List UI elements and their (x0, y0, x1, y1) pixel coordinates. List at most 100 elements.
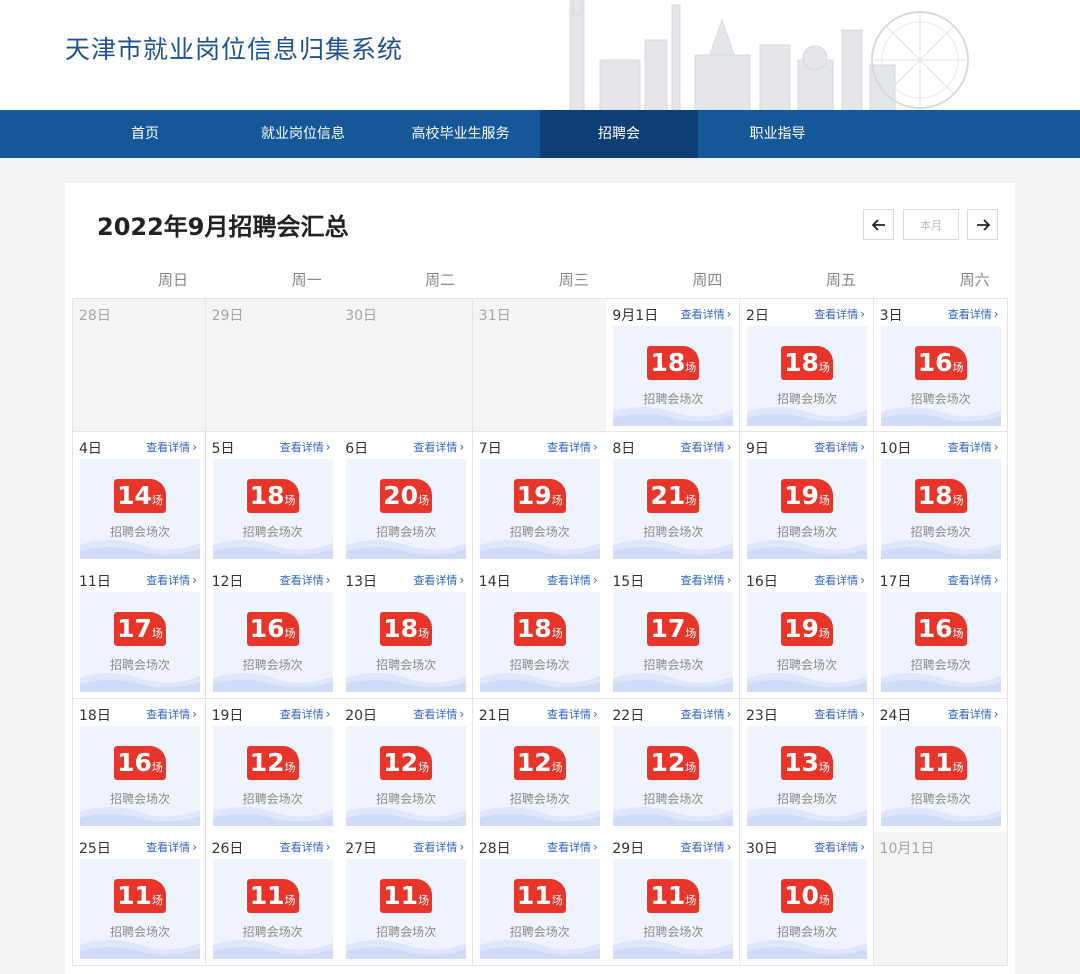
calendar-day[interactable]: 19日 查看详情 › 12场 招聘会场次 (205, 698, 340, 833)
view-details-link[interactable]: 查看详情 › (814, 839, 865, 855)
calendar-day[interactable]: 16日 查看详情 › 19场 招聘会场次 (740, 565, 874, 700)
calendar-day[interactable]: 26日 查看详情 › 11场 招聘会场次 (205, 832, 340, 967)
view-details-link[interactable]: 查看详情 › (413, 839, 464, 855)
fair-count-card[interactable]: 11场 招聘会场次 (880, 725, 1001, 826)
nav-job-fair[interactable]: 招聘会 (540, 110, 698, 158)
view-details-link[interactable]: 查看详情 › (948, 572, 999, 588)
calendar-day[interactable]: 27日 查看详情 › 11场 招聘会场次 (339, 832, 474, 967)
fair-count-card[interactable]: 20场 招聘会场次 (346, 458, 467, 559)
fair-count-card[interactable]: 11场 招聘会场次 (346, 859, 467, 960)
view-details-link[interactable]: 查看详情 › (146, 839, 197, 855)
calendar-day[interactable]: 9月1日 查看详情 › 18场 招聘会场次 (606, 298, 741, 432)
calendar-day[interactable]: 6日 查看详情 › 20场 招聘会场次 (339, 431, 474, 566)
view-details-link[interactable]: 查看详情 › (681, 706, 732, 722)
view-details-link[interactable]: 查看详情 › (814, 439, 865, 455)
calendar-day[interactable]: 18日 查看详情 › 16场 招聘会场次 (72, 698, 206, 833)
fair-count-card[interactable]: 16场 招聘会场次 (212, 592, 333, 693)
view-details-link[interactable]: 查看详情 › (280, 439, 331, 455)
view-details-link[interactable]: 查看详情 › (280, 706, 331, 722)
nav-job-info[interactable]: 就业岗位信息 (225, 110, 381, 158)
calendar-day[interactable]: 9日 查看详情 › 19场 招聘会场次 (740, 431, 874, 566)
calendar-day[interactable]: 14日 查看详情 › 18场 招聘会场次 (472, 565, 607, 700)
calendar-day[interactable]: 10日 查看详情 › 18场 招聘会场次 (873, 431, 1008, 566)
calendar-day[interactable]: 8日 查看详情 › 21场 招聘会场次 (606, 431, 741, 566)
fair-count-card[interactable]: 19场 招聘会场次 (479, 458, 600, 559)
view-details-link[interactable]: 查看详情 › (547, 706, 598, 722)
calendar-day[interactable]: 20日 查看详情 › 12场 招聘会场次 (339, 698, 474, 833)
fair-count-card[interactable]: 19场 招聘会场次 (747, 592, 867, 693)
view-details-link[interactable]: 查看详情 › (413, 439, 464, 455)
next-month-button[interactable] (967, 209, 998, 240)
fair-count-card[interactable]: 16场 招聘会场次 (80, 725, 200, 826)
calendar-day[interactable]: 4日 查看详情 › 14场 招聘会场次 (72, 431, 206, 566)
calendar-day[interactable]: 2日 查看详情 › 18场 招聘会场次 (740, 298, 874, 432)
calendar-day[interactable]: 7日 查看详情 › 19场 招聘会场次 (472, 431, 607, 566)
view-details-link[interactable]: 查看详情 › (547, 572, 598, 588)
fair-count-card[interactable]: 13场 招聘会场次 (747, 725, 867, 826)
view-details-link[interactable]: 查看详情 › (547, 439, 598, 455)
view-details-link[interactable]: 查看详情 › (280, 839, 331, 855)
view-details-link[interactable]: 查看详情 › (814, 572, 865, 588)
fair-count-card[interactable]: 12场 招聘会场次 (613, 725, 734, 826)
view-details-link[interactable]: 查看详情 › (681, 306, 732, 322)
fair-count-badge: 12场 (246, 745, 299, 780)
calendar-day[interactable]: 15日 查看详情 › 17场 招聘会场次 (606, 565, 741, 700)
calendar-day[interactable]: 25日 查看详情 › 11场 招聘会场次 (72, 832, 206, 967)
view-details-link[interactable]: 查看详情 › (681, 839, 732, 855)
view-details-link[interactable]: 查看详情 › (280, 572, 331, 588)
fair-count-card[interactable]: 10场 招聘会场次 (747, 859, 867, 960)
fair-count-card[interactable]: 16场 招聘会场次 (880, 592, 1001, 693)
view-details-link[interactable]: 查看详情 › (814, 706, 865, 722)
fair-count-card[interactable]: 21场 招聘会场次 (613, 458, 734, 559)
fair-count-card[interactable]: 11场 招聘会场次 (212, 859, 333, 960)
calendar-day[interactable]: 11日 查看详情 › 17场 招聘会场次 (72, 565, 206, 700)
fair-count-card[interactable]: 11场 招聘会场次 (479, 859, 600, 960)
view-details-link[interactable]: 查看详情 › (948, 306, 999, 322)
fair-count-card[interactable]: 18场 招聘会场次 (880, 458, 1001, 559)
calendar-day[interactable]: 28日 查看详情 › 11场 招聘会场次 (472, 832, 607, 967)
calendar-day[interactable]: 12日 查看详情 › 16场 招聘会场次 (205, 565, 340, 700)
fair-count-card[interactable]: 16场 招聘会场次 (880, 326, 1001, 426)
view-details-link[interactable]: 查看详情 › (413, 572, 464, 588)
calendar-day[interactable]: 22日 查看详情 › 12场 招聘会场次 (606, 698, 741, 833)
fair-count-card[interactable]: 11场 招聘会场次 (613, 859, 734, 960)
view-details-link[interactable]: 查看详情 › (146, 572, 197, 588)
view-details-link[interactable]: 查看详情 › (547, 839, 598, 855)
calendar-day[interactable]: 23日 查看详情 › 13场 招聘会场次 (740, 698, 874, 833)
fair-count-card[interactable]: 18场 招聘会场次 (479, 592, 600, 693)
fair-count-card[interactable]: 17场 招聘会场次 (613, 592, 734, 693)
view-details-link[interactable]: 查看详情 › (948, 706, 999, 722)
fair-count-card[interactable]: 11场 招聘会场次 (80, 859, 200, 960)
view-details-link[interactable]: 查看详情 › (146, 439, 197, 455)
fair-count-card[interactable]: 18场 招聘会场次 (613, 326, 734, 426)
view-details-link[interactable]: 查看详情 › (948, 439, 999, 455)
calendar-day[interactable]: 21日 查看详情 › 12场 招聘会场次 (472, 698, 607, 833)
fair-count-card[interactable]: 12场 招聘会场次 (479, 725, 600, 826)
calendar-day[interactable]: 24日 查看详情 › 11场 招聘会场次 (873, 698, 1008, 833)
view-details-link[interactable]: 查看详情 › (413, 706, 464, 722)
fair-count-card[interactable]: 12场 招聘会场次 (346, 725, 467, 826)
fair-count-card[interactable]: 12场 招聘会场次 (212, 725, 333, 826)
nav-home[interactable]: 首页 (65, 110, 225, 158)
calendar-day[interactable]: 13日 查看详情 › 18场 招聘会场次 (339, 565, 474, 700)
view-details-link[interactable]: 查看详情 › (681, 572, 732, 588)
fair-count-card[interactable]: 18场 招聘会场次 (747, 326, 867, 426)
fair-count-card[interactable]: 19场 招聘会场次 (747, 458, 867, 559)
calendar-day[interactable]: 29日 查看详情 › 11场 招聘会场次 (606, 832, 741, 967)
calendar-day[interactable]: 3日 查看详情 › 16场 招聘会场次 (873, 298, 1008, 432)
fair-count-card[interactable]: 14场 招聘会场次 (80, 458, 200, 559)
nav-career-guidance[interactable]: 职业指导 (698, 110, 857, 158)
view-details-link[interactable]: 查看详情 › (681, 439, 732, 455)
calendar-day[interactable]: 5日 查看详情 › 18场 招聘会场次 (205, 431, 340, 566)
chevron-right-icon: › (459, 706, 465, 721)
view-details-link[interactable]: 查看详情 › (814, 306, 865, 322)
fair-count-card[interactable]: 17场 招聘会场次 (80, 592, 200, 693)
this-month-button[interactable]: 本月 (903, 209, 959, 240)
calendar-day[interactable]: 30日 查看详情 › 10场 招聘会场次 (740, 832, 874, 967)
fair-count-card[interactable]: 18场 招聘会场次 (212, 458, 333, 559)
prev-month-button[interactable] (863, 209, 894, 240)
nav-graduate-service[interactable]: 高校毕业生服务 (381, 110, 540, 158)
fair-count-card[interactable]: 18场 招聘会场次 (346, 592, 467, 693)
calendar-day[interactable]: 17日 查看详情 › 16场 招聘会场次 (873, 565, 1008, 700)
view-details-link[interactable]: 查看详情 › (146, 706, 197, 722)
